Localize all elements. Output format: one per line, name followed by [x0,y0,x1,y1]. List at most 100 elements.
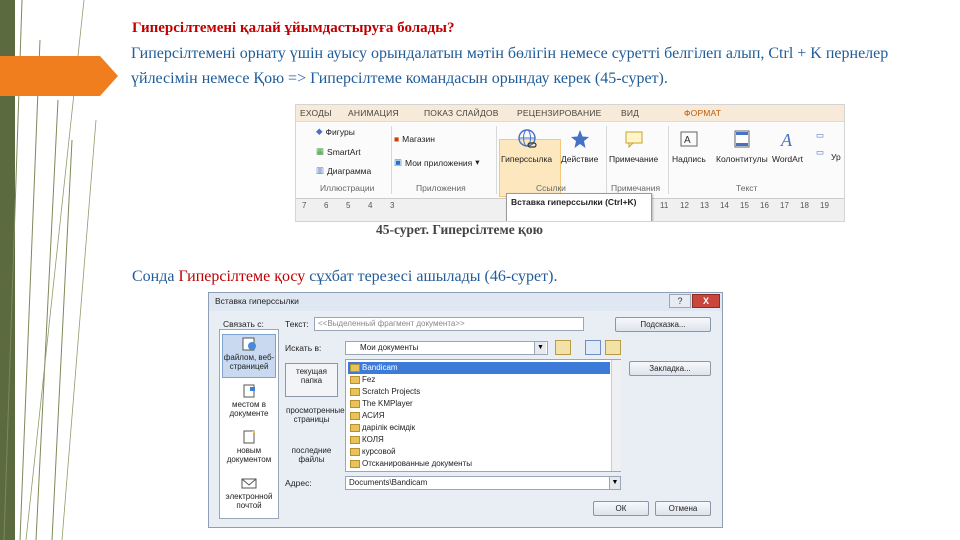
link-new-document[interactable]: новым документом [222,430,276,464]
header-footer-button[interactable]: Колонтитулы [716,128,768,164]
figures-button[interactable]: ◆ Фигуры [316,126,355,137]
textbox-icon: A [680,131,698,147]
link-email[interactable]: электронной почтой [222,476,276,510]
ruler-number: 19 [820,201,829,210]
folder-icon [350,376,360,384]
hyperlink-button[interactable]: Гиперссылка [501,128,552,164]
recent-files-button[interactable]: последние файлы [285,443,338,467]
ribbon-tab-format[interactable]: ФОРМАТ [684,108,721,118]
my-apps-button[interactable]: ▣ Мои приложения ▾ [394,157,480,168]
ribbon-tab[interactable]: РЕЦЕНЗИРОВАНИЕ [517,108,602,118]
link-place-in-document[interactable]: местом в документе [222,384,276,418]
new-document-icon [243,430,255,444]
intro-paragraph: Гиперсілтемені орнату үшін ауысу орындал… [131,45,889,87]
small-text-tools[interactable]: ▭ ▭ [816,130,824,158]
group-label: Иллюстрации [320,183,375,193]
diagram-button[interactable]: ▥ Диаграмма [316,165,371,176]
ruler-number: 14 [720,201,729,210]
ribbon-tab[interactable]: ПОКАЗ СЛАЙДОВ [424,108,499,118]
close-button[interactable]: X [692,294,720,308]
shapes-icon: ◆ [316,126,323,136]
chevron-down-icon[interactable]: ▼ [609,477,620,489]
group-label: Приложения [416,183,466,193]
folder-icon [350,436,360,444]
ribbon-tab[interactable]: ЕХОДЫ [300,108,332,118]
ribbon-tab[interactable]: АНИМАЦИЯ [348,108,399,118]
link-existing-file[interactable]: файлом, веб-страницей [222,334,276,378]
file-item[interactable]: Отсканированные документы [348,458,610,470]
store-icon: ■ [394,134,400,144]
file-item[interactable]: дарілік өсімдік [348,422,610,434]
document-place-icon [243,384,255,398]
file-list: Bandicam Fez Scratch Projects The KMPlay… [345,359,621,472]
figure-caption: 45-сурет. Гиперсілтеме қою [376,222,543,237]
text-tool-icon: ▭ [816,147,825,157]
ribbon-body: ◆ Фигуры ▦ SmartArt ▥ Диаграмма ■ Магази… [296,122,844,198]
ruler-number: 15 [740,201,749,210]
browse-panel: текущая папка просмотренные страницы пос… [285,359,345,479]
group-label: Текст [736,183,758,193]
file-item[interactable]: АСИЯ [348,410,610,422]
bookmark-button[interactable]: Закладка... [629,361,711,376]
ok-button[interactable]: ОК [593,501,649,516]
tooltip-text: Вставка гиперссылки (Ctrl+K) [511,197,637,207]
look-in-label: Искать в: [285,343,322,353]
note-button[interactable]: Примечание [609,128,658,164]
ribbon-screenshot: ЕХОДЫ АНИМАЦИЯ ПОКАЗ СЛАЙДОВ РЕЦЕНЗИРОВА… [295,104,845,222]
dialog-title-bar: Вставка гиперссылки ? X [209,293,722,311]
action-button[interactable]: Действие [561,128,598,164]
ribbon-tab[interactable]: ВИД [621,108,639,118]
folder-up-icon[interactable] [555,340,571,355]
ruler-number: 4 [368,201,373,210]
group-label: Ссылки [536,183,566,193]
screen-tip-button[interactable]: Подсказка... [615,317,711,332]
dialog-sentence: Сонда Гиперсілтеме қосу сұхбат терезесі … [132,268,557,286]
chevron-down-icon[interactable]: ▼ [534,342,546,354]
address-input[interactable]: Documents\Bandicam [345,476,621,490]
wordart-button[interactable]: A WordArt [772,128,803,164]
current-folder-button[interactable]: текущая папка [285,363,338,397]
smartart-button[interactable]: ▦ SmartArt [316,146,361,157]
file-list-scrollbar[interactable] [611,360,621,471]
ruler-number: 3 [390,201,395,210]
folder-icon [350,424,360,432]
file-item[interactable]: КОЛЯ [348,434,610,446]
ruler-number: 18 [800,201,809,210]
ribbon-tabs: ЕХОДЫ АНИМАЦИЯ ПОКАЗ СЛАЙДОВ РЕЦЕНЗИРОВА… [296,105,844,122]
link-to-list: файлом, веб-страницей местом в документе… [219,329,279,519]
ruler-number: 5 [346,201,351,210]
ruler-number: 11 [660,201,669,210]
web-page-icon [242,337,256,351]
store-button[interactable]: ■ Магазин [394,134,435,144]
ruler-number: 6 [324,201,329,210]
svg-text:A: A [780,130,793,150]
file-item[interactable]: курсовой [348,446,610,458]
sentence-end: сұхбат терезесі ашылады (46-сурет). [305,268,558,285]
browse-file-icon[interactable] [605,340,621,355]
ruler-number: 12 [680,201,689,210]
email-icon [241,478,257,489]
insert-hyperlink-dialog: Вставка гиперссылки ? X Связать с: Текст… [208,292,723,528]
file-item[interactable]: The KMPlayer [348,398,610,410]
smartart-icon: ▦ [316,146,325,156]
file-item[interactable]: Scratch Projects [348,386,610,398]
sentence-highlight: Гиперсілтеме қосу [178,268,306,285]
more-button[interactable]: Ур [831,152,841,162]
wordart-icon: A [780,130,793,150]
cancel-button[interactable]: Отмена [655,501,711,516]
look-in-select[interactable]: Мои документы [345,341,548,355]
textbox-button[interactable]: A Надпись [672,128,706,164]
display-text-input[interactable]: <<Выделенный фрагмент документа>> [314,317,584,331]
heading: Гиперсілтемені қалай ұйымдастыруға болад… [132,20,455,36]
browsed-pages-button[interactable]: просмотренные страницы [285,403,345,427]
file-item[interactable]: Bandicam [348,362,610,374]
chart-icon: ▥ [316,165,325,175]
file-item[interactable]: Fez [348,374,610,386]
sentence-start: Сонда [132,268,179,285]
folder-icon [350,448,360,456]
star-icon [570,130,589,148]
help-button[interactable]: ? [669,294,691,308]
svg-text:A: A [684,135,691,146]
browse-web-icon[interactable] [585,340,601,355]
comment-icon [625,131,643,149]
